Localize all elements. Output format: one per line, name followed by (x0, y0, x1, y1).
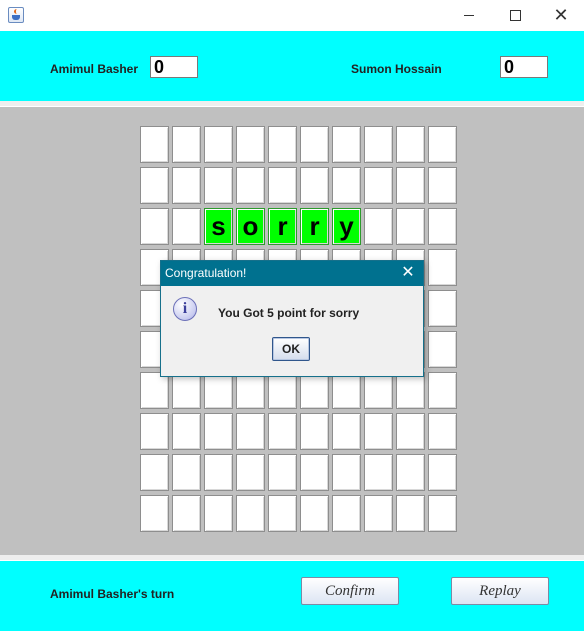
dialog-close-button[interactable]: ✕ (399, 263, 417, 283)
grid-cell[interactable] (396, 372, 425, 409)
grid-cell[interactable] (268, 495, 297, 532)
close-icon: ✕ (553, 5, 569, 25)
divider-bottom (0, 555, 584, 560)
maximize-button[interactable] (492, 0, 538, 30)
grid-cell[interactable] (140, 413, 169, 450)
grid-cell[interactable] (300, 495, 329, 532)
grid-cell[interactable] (396, 413, 425, 450)
grid-cell[interactable] (236, 126, 265, 163)
grid-cell[interactable] (428, 167, 457, 204)
minimize-button[interactable] (446, 0, 492, 30)
player1-score-field[interactable]: 0 (150, 56, 198, 78)
grid-cell[interactable] (364, 208, 393, 245)
grid-cell[interactable] (396, 208, 425, 245)
grid-cell[interactable] (364, 413, 393, 450)
grid-cell[interactable] (268, 454, 297, 491)
congratulation-dialog: Congratulation! ✕ i You Got 5 point for … (160, 260, 424, 377)
grid-cell[interactable] (236, 372, 265, 409)
grid-cell[interactable] (396, 454, 425, 491)
minimize-icon (464, 15, 474, 16)
grid-cell[interactable] (172, 208, 201, 245)
grid-cell[interactable] (140, 167, 169, 204)
grid-cell[interactable] (428, 454, 457, 491)
grid-cell[interactable] (428, 290, 457, 327)
info-icon: i (173, 297, 197, 321)
grid-cell[interactable] (332, 413, 361, 450)
grid-cell[interactable] (428, 413, 457, 450)
grid-cell[interactable] (204, 454, 233, 491)
grid-cell[interactable] (268, 372, 297, 409)
grid-cell[interactable] (172, 495, 201, 532)
dialog-title: Congratulation! (165, 266, 247, 280)
grid-cell[interactable] (396, 495, 425, 532)
grid-cell[interactable] (364, 126, 393, 163)
grid-cell[interactable] (396, 126, 425, 163)
grid-cell[interactable] (300, 413, 329, 450)
grid-cell[interactable] (268, 167, 297, 204)
grid-cell[interactable]: s (204, 208, 233, 245)
grid-cell[interactable] (204, 495, 233, 532)
grid-cell[interactable] (428, 249, 457, 286)
divider-top (0, 101, 584, 106)
player1-name: Amimul Basher (50, 62, 139, 76)
java-app-icon (8, 7, 24, 23)
grid-cell[interactable] (428, 331, 457, 368)
scoreboard-panel: Amimul Basher 0 Sumon Hossain 0 (0, 31, 584, 101)
close-button[interactable]: ✕ (538, 0, 584, 30)
grid-cell[interactable] (364, 454, 393, 491)
grid-cell[interactable] (428, 372, 457, 409)
grid-cell[interactable] (236, 413, 265, 450)
grid-cell[interactable] (204, 126, 233, 163)
grid-cell[interactable] (364, 372, 393, 409)
grid-cell[interactable] (332, 167, 361, 204)
grid-cell[interactable] (396, 167, 425, 204)
grid-cell[interactable] (332, 372, 361, 409)
grid-cell[interactable] (332, 126, 361, 163)
grid-cell[interactable] (300, 126, 329, 163)
grid-cell[interactable] (172, 413, 201, 450)
grid-cell[interactable] (300, 454, 329, 491)
ok-button[interactable]: OK (272, 337, 310, 361)
grid-cell[interactable] (236, 495, 265, 532)
replay-button[interactable]: Replay (451, 577, 549, 605)
grid-cell[interactable]: y (332, 208, 361, 245)
grid-cell[interactable] (204, 167, 233, 204)
grid-cell[interactable] (172, 126, 201, 163)
grid-cell[interactable] (428, 126, 457, 163)
grid-cell[interactable] (172, 372, 201, 409)
dialog-titlebar: Congratulation! ✕ (161, 261, 423, 286)
player2-name: Sumon Hossain (351, 62, 442, 76)
grid-cell[interactable] (364, 167, 393, 204)
grid-cell[interactable]: r (268, 208, 297, 245)
grid-cell[interactable] (204, 372, 233, 409)
grid-cell[interactable] (236, 454, 265, 491)
grid-cell[interactable]: o (236, 208, 265, 245)
grid-cell[interactable] (268, 126, 297, 163)
grid-cell[interactable] (428, 495, 457, 532)
grid-cell[interactable] (140, 495, 169, 532)
grid-cell[interactable] (140, 372, 169, 409)
maximize-icon (510, 10, 521, 21)
grid-cell[interactable]: r (300, 208, 329, 245)
grid-cell[interactable] (140, 454, 169, 491)
grid-cell[interactable] (332, 495, 361, 532)
grid-cell[interactable] (300, 167, 329, 204)
grid-cell[interactable] (140, 126, 169, 163)
grid-cell[interactable] (428, 208, 457, 245)
grid-cell[interactable] (300, 372, 329, 409)
dialog-message: You Got 5 point for sorry (218, 306, 360, 320)
player2-score-field[interactable]: 0 (500, 56, 548, 78)
grid-cell[interactable] (236, 167, 265, 204)
grid-cell[interactable] (204, 413, 233, 450)
grid-cell[interactable] (172, 454, 201, 491)
window-titlebar: ✕ (0, 0, 584, 30)
grid-cell[interactable] (140, 208, 169, 245)
confirm-button[interactable]: Confirm (301, 577, 399, 605)
grid-cell[interactable] (172, 167, 201, 204)
grid-cell[interactable] (332, 454, 361, 491)
turn-status: Amimul Basher's turn (50, 587, 175, 601)
control-panel: Amimul Basher's turn Confirm Replay (0, 561, 584, 631)
grid-cell[interactable] (268, 413, 297, 450)
grid-cell[interactable] (364, 495, 393, 532)
